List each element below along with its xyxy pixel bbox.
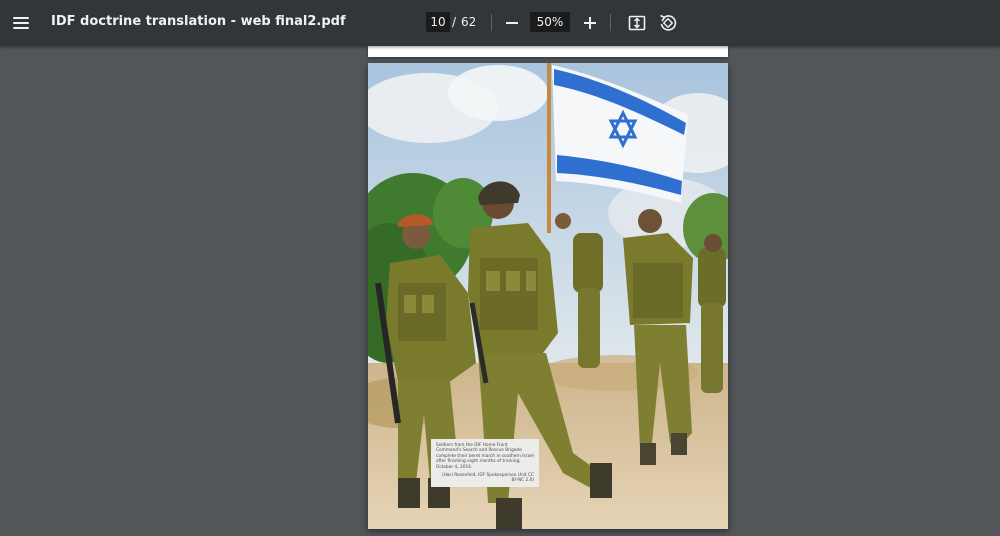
caption-text: Soldiers from the IDF Home Front Command… [436, 443, 534, 470]
soldiers-photo [368, 63, 728, 529]
menu-icon[interactable] [11, 13, 31, 33]
fit-to-page-icon[interactable] [627, 13, 647, 33]
zoom-out-icon[interactable] [503, 13, 521, 33]
toolbar-divider [610, 14, 611, 31]
zoom-level-input[interactable] [530, 12, 570, 32]
pdf-viewer[interactable]: Soldiers from the IDF Home Front Command… [0, 46, 1000, 536]
page-separator: / [452, 15, 457, 29]
toolbar-divider [491, 14, 492, 31]
caption-credit: (Hasi Rosenfeld, IDF Spokesperson Unit C… [441, 473, 534, 484]
zoom-in-icon[interactable] [581, 13, 599, 33]
page-number-input[interactable] [426, 12, 450, 32]
pdf-page: Soldiers from the IDF Home Front Command… [368, 63, 728, 529]
previous-page [368, 46, 728, 57]
document-title: IDF doctrine translation - web final2.pd… [51, 14, 346, 29]
rotate-icon[interactable] [657, 12, 679, 34]
page-total: 62 [461, 15, 477, 29]
photo-caption: Soldiers from the IDF Home Front Command… [431, 439, 539, 487]
pdf-toolbar: IDF doctrine translation - web final2.pd… [0, 0, 1000, 46]
